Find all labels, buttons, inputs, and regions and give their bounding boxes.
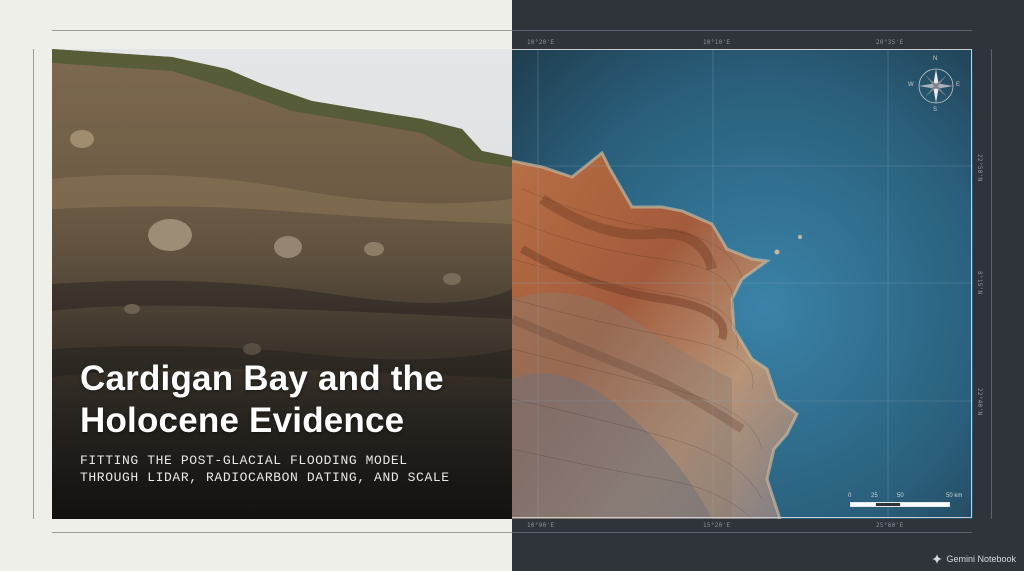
relief-map — [512, 49, 973, 519]
bottom-coord-3: 25°60'E — [876, 522, 904, 529]
slide-subtitle: FITTING THE POST-GLACIAL FLOODING MODEL … — [80, 452, 500, 486]
scale-label-50km: 50 km — [946, 493, 963, 499]
brand-label: Gemini Notebook — [946, 554, 1016, 564]
scale-label-0: 0 — [848, 493, 852, 499]
compass-rose-icon: N S E W — [908, 56, 961, 114]
cliff-photo — [52, 49, 512, 519]
scale-segment-1 — [850, 502, 876, 507]
gemini-sparkle-icon — [932, 554, 943, 564]
compass-south-label: S — [933, 107, 938, 113]
right-coord-2: 8°15'N — [976, 271, 983, 295]
scale-label-25: 25 — [871, 493, 878, 499]
slide-subtitle-line-2: THROUGH LIDAR, RADIOCARBON DATING, AND S… — [80, 470, 450, 485]
bottom-coord-1: 10°90'E — [527, 522, 555, 529]
right-coord-3: 22°40'N — [976, 388, 983, 416]
compass-north-label: N — [933, 56, 938, 62]
left-rule — [33, 49, 34, 519]
slide-title-line-2: Holocene Evidence — [80, 401, 405, 440]
compass-east-label: E — [956, 82, 961, 88]
slide-title-line-1: Cardigan Bay and the — [80, 359, 444, 398]
right-coord-1: 22°50'N — [976, 154, 983, 182]
top-rule-right — [512, 30, 972, 31]
bottom-coord-2: 15°20'E — [703, 522, 731, 529]
slide-title: Cardigan Bay and the Holocene Evidence — [80, 358, 500, 442]
bottom-rule-left — [52, 532, 512, 533]
top-rule-left — [52, 30, 512, 31]
compass-west-label: W — [908, 82, 914, 88]
slide-subtitle-line-1: FITTING THE POST-GLACIAL FLOODING MODEL — [80, 453, 408, 468]
scale-label-50: 50 — [897, 493, 904, 499]
bottom-rule-right — [512, 532, 972, 533]
top-coord-3: 20°35'E — [876, 39, 904, 46]
right-rule — [991, 49, 992, 519]
top-coord-2: 10°10'E — [703, 39, 731, 46]
top-coord-1: 10°20'E — [527, 39, 555, 46]
scale-segment-3 — [900, 502, 950, 507]
brand-watermark: Gemini Notebook — [932, 554, 1016, 564]
scale-segment-2 — [875, 502, 901, 507]
scale-bar: 0 25 50 50 km — [848, 493, 966, 511]
